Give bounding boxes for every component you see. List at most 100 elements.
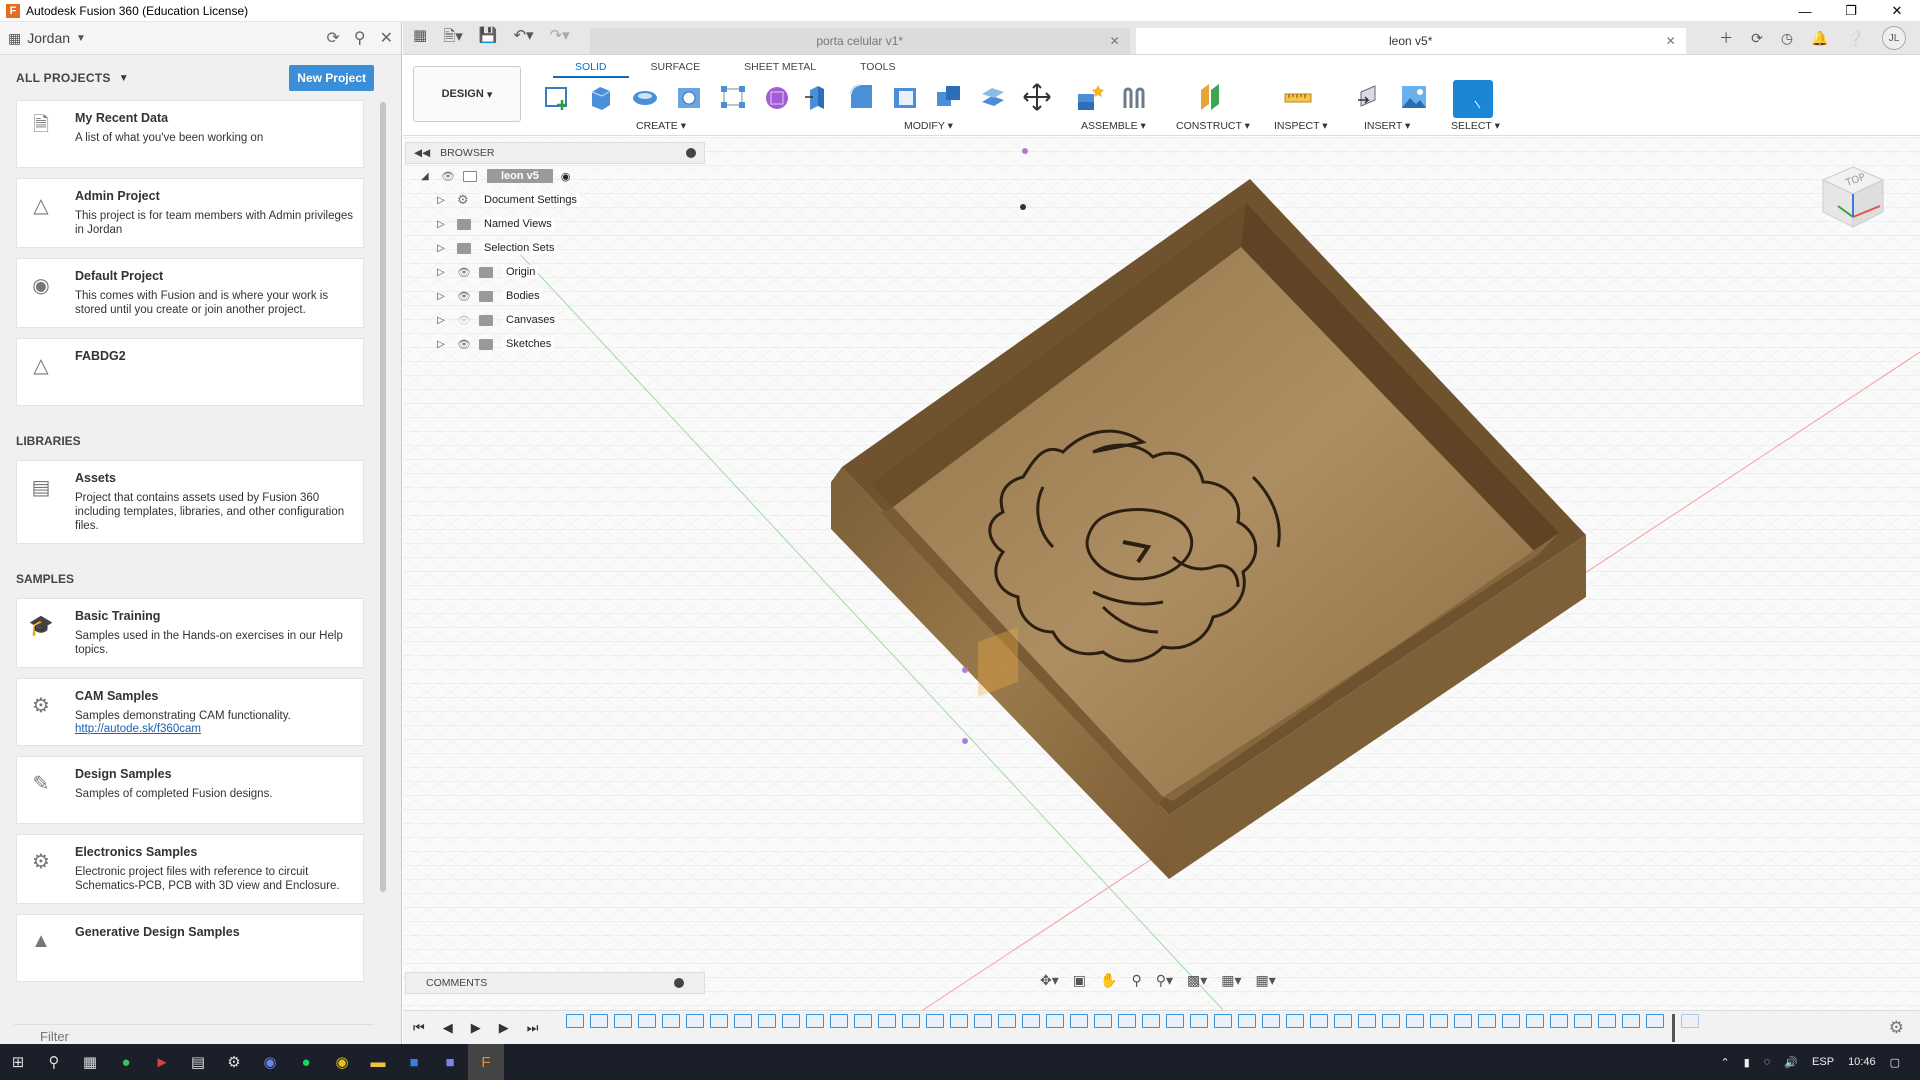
refresh-icon[interactable]: ⟳ (326, 28, 339, 48)
all-projects-label[interactable]: ALL PROJECTS (16, 71, 111, 85)
job-status-icon[interactable]: ◷ (1781, 30, 1793, 47)
expand-triangle-icon[interactable]: ▷ (437, 315, 447, 326)
undo-icon[interactable]: ↶▾ (513, 26, 533, 51)
press-pull-icon[interactable] (800, 80, 834, 114)
collapse-browser-icon[interactable]: ◀◀ (414, 147, 430, 159)
inspect-menu[interactable]: INSPECT ▾ (1274, 120, 1328, 132)
expand-triangle-icon[interactable]: ▷ (437, 291, 447, 302)
timeline-step[interactable] (806, 1013, 825, 1028)
project-card[interactable]: ◉ Default Project This comes with Fusion a… (16, 258, 364, 328)
timeline-step[interactable] (710, 1013, 729, 1028)
viewports-icon[interactable]: ▦▾ (1256, 972, 1276, 989)
avatar[interactable]: JL (1882, 26, 1906, 50)
timeline-step[interactable] (1334, 1013, 1353, 1028)
revolve-icon[interactable] (628, 80, 662, 114)
tab-porta-celular[interactable]: porta celular v1* ✕ (589, 28, 1130, 54)
timeline-step[interactable] (1598, 1013, 1617, 1028)
tab-surface[interactable]: SURFACE (629, 58, 723, 78)
create-menu[interactable]: CREATE ▾ (636, 120, 686, 132)
volume-icon[interactable]: 🔊 (1784, 1056, 1798, 1069)
team-selector[interactable]: Jordan (27, 30, 70, 46)
step-forward-icon[interactable]: ▶ (499, 1020, 509, 1036)
timeline-step[interactable] (1070, 1013, 1089, 1028)
sample-card[interactable]: 🎓 Basic Training Samples used in the Hands… (16, 598, 364, 668)
timeline-step[interactable] (1166, 1013, 1185, 1028)
timeline-step[interactable] (686, 1013, 705, 1028)
view-cube[interactable]: TOP (1818, 162, 1888, 232)
timeline-step[interactable] (1046, 1013, 1065, 1028)
fusion-taskbar-icon[interactable]: F (468, 1044, 504, 1080)
step-back-icon[interactable]: ◀ (443, 1020, 453, 1036)
expand-triangle-icon[interactable]: ▷ (437, 219, 447, 230)
close-tab-icon[interactable]: ✕ (1110, 34, 1120, 48)
move-copy-icon[interactable] (1020, 80, 1054, 114)
help-icon[interactable]: ❔ (1847, 30, 1864, 47)
task-view-icon[interactable]: ▦ (72, 1044, 108, 1080)
browser-node[interactable]: ▷ Named Views (405, 212, 705, 236)
project-list[interactable]: ALL PROJECTS ▼ New Project 🗎 My Recent Da… (0, 56, 390, 1024)
tab-leon[interactable]: leon v5* ✕ (1135, 28, 1686, 54)
timeline-step[interactable] (926, 1013, 945, 1028)
extrude-icon[interactable] (584, 80, 618, 114)
hole-icon[interactable] (672, 80, 706, 114)
expand-triangle-icon[interactable]: ▷ (437, 267, 447, 278)
expand-triangle-icon[interactable]: ▷ (437, 243, 447, 254)
project-card[interactable]: 🗎 My Recent Data A list of what you've bee… (16, 100, 364, 168)
fit-icon[interactable]: ⚲▾ (1156, 972, 1173, 989)
timeline-step[interactable] (974, 1013, 993, 1028)
offset-face-icon[interactable] (976, 80, 1010, 114)
timeline-step[interactable] (998, 1013, 1017, 1028)
close-window-button[interactable]: ✕ (1874, 0, 1920, 22)
shell-icon[interactable] (888, 80, 922, 114)
timeline-step[interactable] (1478, 1013, 1497, 1028)
timeline-step[interactable] (1118, 1013, 1137, 1028)
sample-card[interactable]: ✎ Design Samples Samples of completed Fusi… (16, 756, 364, 824)
notification-center-icon[interactable]: ▢ (1890, 1056, 1900, 1069)
insert-derive-icon[interactable] (1353, 80, 1387, 114)
timeline-marker[interactable] (1672, 1013, 1676, 1042)
save-icon[interactable]: 💾 (479, 26, 498, 51)
timeline-step[interactable] (1406, 1013, 1425, 1028)
display-settings-icon[interactable]: ▩▾ (1187, 972, 1207, 989)
settings-icon[interactable]: ⚙ (216, 1044, 252, 1080)
battery-icon[interactable]: ▮ (1744, 1056, 1750, 1069)
insert-menu[interactable]: INSERT ▾ (1364, 120, 1410, 132)
sample-card[interactable]: ⚙ Electronics Samples Electronic project f… (16, 834, 364, 904)
extensions-icon[interactable]: ⟳ (1751, 30, 1763, 47)
timeline-step[interactable] (734, 1013, 753, 1028)
measure-icon[interactable] (1281, 80, 1315, 114)
panel-scrollbar[interactable] (380, 102, 386, 892)
timeline-step[interactable] (1622, 1013, 1641, 1028)
modify-menu[interactable]: MODIFY ▾ (904, 120, 953, 132)
visibility-eye-icon[interactable]: 👁 (457, 266, 473, 279)
timeline-step[interactable] (1454, 1013, 1473, 1028)
timeline-step[interactable] (902, 1013, 921, 1028)
create-sketch-icon[interactable] (540, 80, 574, 114)
browser-node[interactable]: ▷ 👁 Bodies (405, 284, 705, 308)
spotify-icon[interactable]: ● (288, 1044, 324, 1080)
timeline-step[interactable] (614, 1013, 633, 1028)
timeline-step[interactable] (1238, 1013, 1257, 1028)
timeline-step[interactable] (758, 1013, 777, 1028)
browser-pin-icon[interactable] (686, 148, 696, 158)
close-tab-icon[interactable]: ✕ (1666, 34, 1676, 48)
sample-link[interactable]: http://autode.sk/f360cam (75, 723, 291, 735)
construct-menu[interactable]: CONSTRUCT ▾ (1176, 120, 1250, 132)
fillet-icon[interactable] (844, 80, 878, 114)
timeline-step[interactable] (950, 1013, 969, 1028)
browser-header[interactable]: ◀◀ BROWSER (405, 142, 705, 164)
project-card[interactable]: △ Admin Project This project is for team m… (16, 178, 364, 248)
timeline-step[interactable] (1310, 1013, 1329, 1028)
project-card[interactable]: △ FABDG2 (16, 338, 364, 406)
visibility-eye-icon[interactable]: 👁 (457, 338, 473, 351)
search-icon[interactable]: ⚲ (36, 1044, 72, 1080)
notifications-icon[interactable]: 🔔 (1811, 30, 1828, 47)
team-grid-icon[interactable]: ▦ (8, 30, 21, 47)
timeline-step[interactable] (782, 1013, 801, 1028)
pattern-icon[interactable] (716, 80, 750, 114)
new-project-button[interactable]: New Project (289, 65, 374, 91)
comments-pin-icon[interactable] (674, 978, 684, 988)
assemble-menu[interactable]: ASSEMBLE ▾ (1081, 120, 1146, 132)
windows-start-icon[interactable]: ⊞ (0, 1044, 36, 1080)
comments-panel[interactable]: COMMENTS (405, 972, 705, 994)
